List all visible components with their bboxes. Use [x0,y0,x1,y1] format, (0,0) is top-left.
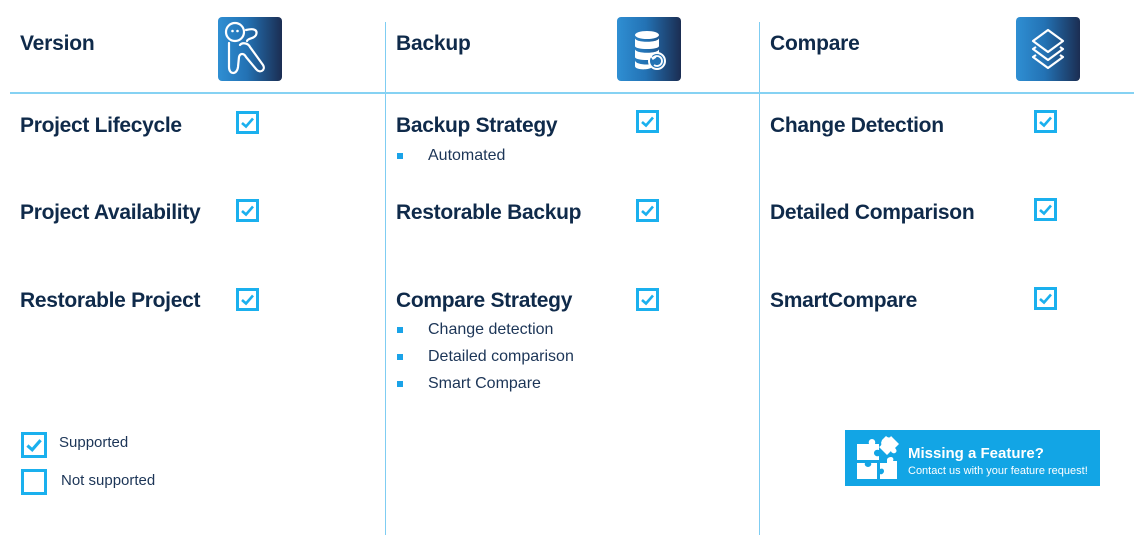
checkmark-icon [1039,293,1052,305]
supported-checkbox [236,199,259,222]
feature-label: Restorable Backup [396,201,582,224]
feature-label: Backup Strategy [396,114,558,137]
column-divider [759,22,760,535]
checkmark-icon [241,117,254,129]
column-title: Compare [770,32,860,55]
supported-checkbox [236,111,259,134]
legend-supported-checkbox [21,432,47,458]
legend-not-supported-label: Not supported [61,472,156,489]
supported-checkbox [1034,198,1057,221]
feature-label: Detailed Comparison [770,201,975,224]
supported-checkbox [1034,110,1057,133]
supported-checkbox [236,288,259,311]
feature-label: Restorable Project [20,289,201,312]
feature-detail: Smart Compare [428,375,541,392]
supported-checkbox [636,199,659,222]
banner-subtitle: Contact us with your feature request! [908,465,1088,477]
bullet-icon [397,327,403,333]
feature-label: Project Lifecycle [20,114,182,137]
checkmark-icon [1039,204,1052,216]
bullet-icon [397,153,403,159]
checkmark-icon [641,294,654,306]
checkmark-icon [1039,116,1052,128]
puzzle-icon [857,436,899,479]
legend-supported-label: Supported [59,434,129,451]
feature-detail: Automated [428,147,506,164]
checkmark-icon [641,205,654,217]
checkmark-icon [241,294,254,306]
supported-checkbox [636,288,659,311]
feature-detail: Change detection [428,321,554,338]
column-title: Backup [396,32,471,55]
legend-not-supported-checkbox [21,469,47,495]
octopus-icon [218,17,282,81]
feature-request-banner[interactable]: Missing a Feature? Contact us with your … [845,430,1100,486]
feature-label: Change Detection [770,114,944,137]
header-divider [10,92,1134,94]
column-divider [385,22,386,535]
supported-checkbox [636,110,659,133]
bullet-icon [397,354,403,360]
database-restore-icon [617,17,681,81]
feature-detail: Detailed comparison [428,348,574,365]
supported-checkbox [1034,287,1057,310]
banner-title: Missing a Feature? [908,445,1044,462]
feature-label: Compare Strategy [396,289,573,312]
column-title: Version [20,32,95,55]
checkmark-icon [26,439,42,453]
checkmark-icon [241,205,254,217]
bullet-icon [397,381,403,387]
feature-label: SmartCompare [770,289,917,312]
layers-icon [1016,17,1080,81]
checkmark-icon [641,116,654,128]
feature-label: Project Availability [20,201,201,224]
